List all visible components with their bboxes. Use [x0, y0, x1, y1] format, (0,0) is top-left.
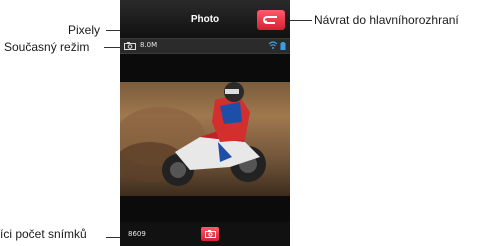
live-preview: [120, 82, 290, 196]
callout-current-mode: Současný režim: [4, 40, 90, 54]
motocross-photo: [120, 82, 266, 186]
shutter-button[interactable]: [201, 227, 219, 241]
wifi-icon: [268, 41, 278, 49]
callout-pixels: Pixely: [68, 23, 101, 37]
bottom-bar: 8609: [120, 222, 290, 246]
callout-remaining-shots: íci počet snímků: [0, 227, 87, 241]
shots-remaining-count: 8609: [128, 230, 146, 238]
camera-icon: [124, 42, 136, 50]
top-bar: Photo: [120, 0, 290, 38]
back-button[interactable]: [257, 10, 285, 30]
callout-back: Návrat do hlavníhorozhraní: [314, 13, 459, 27]
resolution-label: 8.0M: [140, 41, 158, 49]
camera-icon: [204, 230, 216, 238]
return-arrow-icon: [263, 16, 277, 24]
battery-icon: [280, 42, 286, 50]
camera-screen: Photo 8.0M 8609: [120, 0, 290, 246]
status-bar: 8.0M: [120, 38, 290, 54]
